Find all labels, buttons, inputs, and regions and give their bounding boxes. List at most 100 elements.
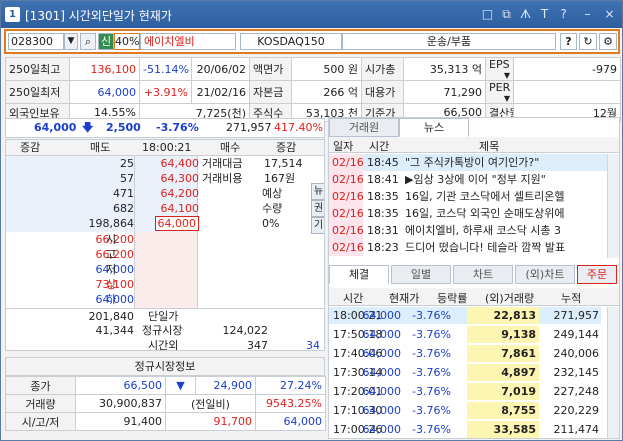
trade-row[interactable]: 17:10:30 64,000 -3.76% 8,755 220,229 <box>329 402 601 419</box>
after-hours-value: 347 <box>247 339 268 351</box>
reg-value: 91,400 <box>75 412 166 431</box>
news-row[interactable]: 02/16 18:41 ▶임상 3상에 이어 "정부 지원" <box>329 171 609 188</box>
right-panel: 거래원 뉴스 일자 시간 제목 02/16 18:45 "그 주식카톡방이 여기인가… <box>328 117 620 439</box>
reg-value: 66,500 <box>75 376 166 395</box>
news-time: 18:41 <box>367 173 399 186</box>
ask-qty: 25 <box>120 157 134 170</box>
per-value <box>513 80 621 104</box>
info-value: 17,514 <box>264 157 303 170</box>
price-info-row: 66,200 시 <box>6 232 324 247</box>
trade-volume: 9,138 <box>467 326 539 343</box>
trade-row[interactable]: 17:20:01 64,000 -3.76% 7,019 227,248 <box>329 383 601 400</box>
trade-row[interactable]: 17:50:18 64,000 -3.76% 9,138 249,144 <box>329 326 601 343</box>
trade-scrollbar[interactable] <box>607 307 619 438</box>
info-label: 거래대금 <box>202 157 243 170</box>
font-size-icon[interactable]: T <box>536 6 553 23</box>
news-row[interactable]: 02/16 18:23 드디어 떴습니다! 테슬라 깜짝 발표 <box>329 239 609 256</box>
trade-row[interactable]: 17:30:14 64,000 -3.76% 4,897 232,145 <box>329 364 601 381</box>
reg-value: 27.24% <box>255 376 326 395</box>
margin-rate: 40% <box>114 33 140 50</box>
info-value: 500 원 <box>291 57 362 81</box>
ask-row[interactable]: 25 64,400 거래대금 17,514 <box>6 156 324 171</box>
news-side-button[interactable]: 뉴 <box>311 183 324 200</box>
volume-ratio: 417.40% <box>274 121 323 134</box>
tab-foreign-chart[interactable]: (외)차트 <box>515 265 575 284</box>
info-value: 136,100 <box>69 57 140 81</box>
minimize-icon[interactable]: – <box>579 6 596 23</box>
eps-dropdown[interactable]: EPS ▼ <box>485 57 514 81</box>
trade-row[interactable]: 18:00:21 64,000 -3.76% 22,813 271,957 <box>329 307 601 324</box>
news-row[interactable]: 02/16 18:45 "그 주식카톡방이 여기인가?" <box>329 154 609 171</box>
trade-rate: -3.76% <box>412 385 451 398</box>
pin-icon[interactable]: ᗑ <box>517 6 534 23</box>
ask-row[interactable]: 682 64,100 수량 <box>6 201 324 216</box>
close-icon[interactable]: × <box>601 6 618 23</box>
regular-label: 정규시장 <box>142 324 183 337</box>
refresh-icon[interactable]: ↻ <box>579 33 597 50</box>
info-label: 액면가 <box>249 57 292 81</box>
price-info-row: 66,200 고 <box>6 247 324 262</box>
news-scrollbar[interactable] <box>607 154 619 258</box>
price-tag: 상 <box>106 278 117 291</box>
news-row[interactable]: 02/16 18:31 에이치엘비, 하루새 코스닥 시총 3 <box>329 222 609 239</box>
rights-side-button[interactable]: 권 <box>311 200 324 217</box>
link-icon[interactable]: ⧉ <box>498 6 515 23</box>
dropdown-icon: ▼ <box>503 94 510 103</box>
help-icon[interactable]: ? <box>555 6 572 23</box>
stock-code-input[interactable]: 028300 <box>8 33 64 50</box>
price-info-row: 64,000 하 <box>6 292 324 307</box>
restore-icon[interactable]: □ <box>479 6 496 23</box>
info-label: 대용가 <box>361 80 404 104</box>
code-dropdown-icon[interactable]: ▼ <box>64 33 78 50</box>
news-title: 16일, 코스닥 외국인 순매도상위에 <box>405 207 565 220</box>
column-header: 현재가 <box>389 292 420 305</box>
regular-value: 124,022 <box>222 324 269 337</box>
price-tag: 고 <box>106 248 117 261</box>
ask-price: 64,100 <box>160 202 200 215</box>
trade-rate: -3.76% <box>412 423 451 436</box>
window-title: [1301] 시간외단일가 현재가 <box>25 9 172 23</box>
trade-price: 64,000 <box>362 385 402 398</box>
regular-market-table: 종가 66,500 ▼ 24,900 27.24% 거래량 30,900,837… <box>5 376 326 431</box>
tab-news[interactable]: 뉴스 <box>399 118 469 137</box>
trade-volume: 22,813 <box>467 307 539 324</box>
per-dropdown[interactable]: PER ▼ <box>485 80 514 104</box>
info-label: EPS <box>489 58 510 72</box>
trade-volume: 271,957 <box>226 121 272 134</box>
info-label: 자본금 <box>249 80 292 104</box>
tab-trades[interactable]: 체결 <box>329 265 389 284</box>
news-date: 02/16 <box>329 154 364 171</box>
order-button[interactable]: 주문 <box>577 265 617 284</box>
settings-icon[interactable]: ⚙ <box>599 33 617 50</box>
tab-chart[interactable]: 차트 <box>453 265 513 284</box>
trade-row[interactable]: 17:40:06 64,000 -3.76% 7,861 240,006 <box>329 345 601 362</box>
ask-total: 201,840 <box>88 310 135 323</box>
stock-name[interactable]: 에이치엘비 <box>140 33 236 50</box>
help-button[interactable]: ? <box>560 33 577 50</box>
current-price: 64,000 <box>34 121 77 134</box>
info-value: -51.14% <box>139 57 192 81</box>
news-date: 02/16 <box>329 205 364 222</box>
trade-price: 64,000 <box>362 366 402 379</box>
ask-row[interactable]: 57 64,300 거래비용 167원 <box>6 171 324 186</box>
ask-row[interactable]: 198,864 64,000 0% <box>6 216 324 231</box>
expected-rate: 0% <box>262 217 280 230</box>
down-triangle-icon: ▼ <box>165 376 196 395</box>
info-value: 21/02/16 <box>191 80 250 104</box>
expected-label: 예상 <box>262 187 283 200</box>
search-icon[interactable]: ⌕ <box>80 33 96 50</box>
column-header: 등락률 <box>437 292 468 305</box>
news-row[interactable]: 02/16 18:35 16일, 기관 코스닥에서 셀트리온헬 <box>329 188 609 205</box>
tab-brokers[interactable]: 거래원 <box>329 118 399 137</box>
trade-row[interactable]: 17:00:26 64,000 -3.76% 33,585 211,474 <box>329 421 601 438</box>
news-date: 02/16 <box>329 171 364 188</box>
price-change: 2,500 <box>106 121 141 134</box>
news-date: 02/16 <box>329 188 364 205</box>
trade-volume: 8,755 <box>467 402 539 419</box>
column-header: 일자 <box>333 140 354 153</box>
tab-daily[interactable]: 일별 <box>391 265 451 284</box>
trade-price: 64,000 <box>362 309 402 322</box>
news-row[interactable]: 02/16 18:35 16일, 코스닥 외국인 순매도상위에 <box>329 205 609 222</box>
ask-row[interactable]: 471 64,200 예상 <box>6 186 324 201</box>
price-tag: 시 <box>106 233 117 246</box>
